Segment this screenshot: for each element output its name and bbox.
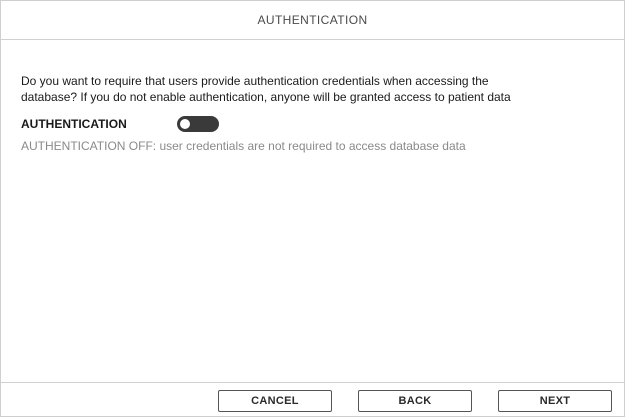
toggle-knob — [180, 119, 190, 129]
authentication-setting-row: AUTHENTICATION — [21, 115, 608, 133]
authentication-status-text: AUTHENTICATION OFF: user credentials are… — [21, 139, 466, 153]
dialog-content: Do you want to require that users provid… — [21, 73, 608, 153]
cancel-button[interactable]: CANCEL — [218, 390, 332, 412]
authentication-dialog: AUTHENTICATION Do you want to require th… — [0, 0, 625, 417]
dialog-footer: CANCEL BACK NEXT — [1, 382, 624, 416]
question-line-2: database? If you do not enable authentic… — [21, 90, 511, 104]
dialog-header: AUTHENTICATION — [1, 1, 624, 40]
authentication-toggle[interactable] — [177, 116, 219, 132]
authentication-setting-label: AUTHENTICATION — [21, 117, 127, 131]
back-button[interactable]: BACK — [358, 390, 472, 412]
question-line-1: Do you want to require that users provid… — [21, 74, 489, 88]
next-button[interactable]: NEXT — [498, 390, 612, 412]
authentication-question: Do you want to require that users provid… — [21, 73, 608, 105]
dialog-title: AUTHENTICATION — [257, 13, 368, 27]
